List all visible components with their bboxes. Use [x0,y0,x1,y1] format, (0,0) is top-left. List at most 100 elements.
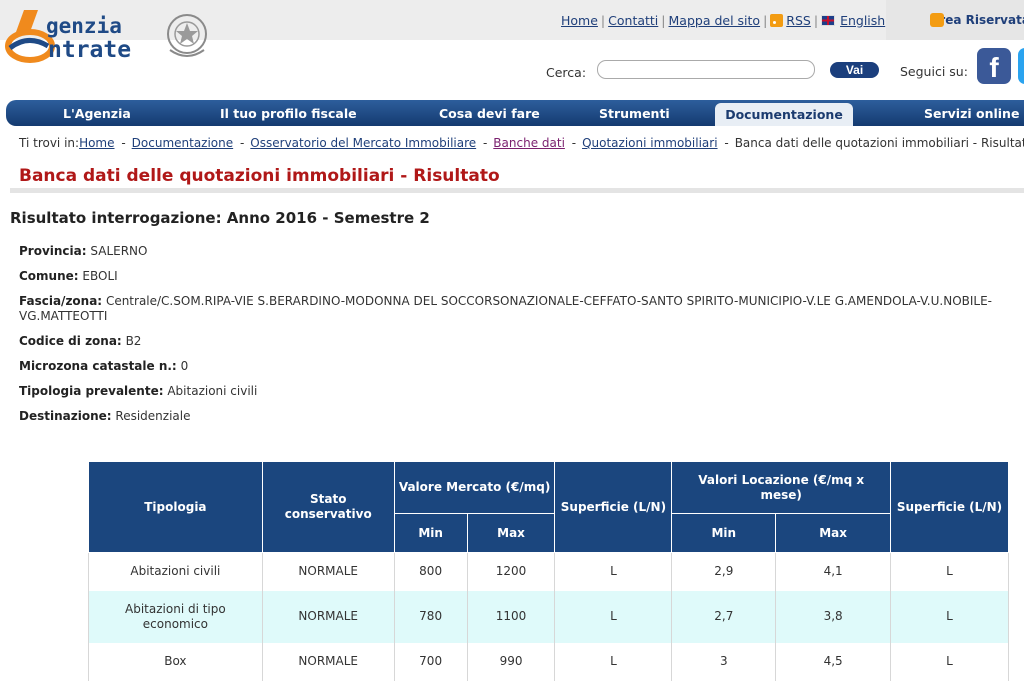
nav-item-documentazione[interactable]: Documentazione [715,103,853,126]
facebook-glyph: f [989,52,999,83]
header-stato-conservativo: Stato conservativo [261,461,395,553]
detail-value: Centrale/C.SOM.RIPA-VIE S.BERARDINO-MODO… [19,294,993,323]
nav-item-agenzia[interactable]: L'Agenzia [63,100,131,126]
search-input[interactable] [597,60,815,79]
breadcrumb-separator: - [236,136,245,150]
quotazioni-table: Tipologia Stato conservativo Valore Merc… [88,461,1009,681]
detail-label: Provincia: [19,244,87,258]
breadcrumb-osservatorio[interactable]: Osservatorio del Mercato Immobiliare [250,136,476,150]
main-nav: L'Agenzia Il tuo profilo fiscale Cosa de… [6,100,1024,126]
english-link[interactable]: English [840,13,885,28]
search-button[interactable]: Vai [830,62,879,78]
link-separator: | [813,12,819,28]
table-row: Abitazioni civili NORMALE 800 1200 L 2,9… [88,552,1009,591]
table-row: Abitazioni di tipo economico NORMALE 780… [88,590,1009,643]
cell-tipologia: Box [88,642,263,681]
cell-vl-max: 4,1 [775,552,892,591]
link-separator: | [661,12,666,28]
detail-label: Comune: [19,269,79,283]
area-riservata-link[interactable]: Area Riservata [886,0,1024,40]
republic-emblem-icon [167,14,207,57]
area-riservata-label: Area Riservata [930,13,1024,27]
detail-destinazione: Destinazione: Residenziale [19,409,1009,424]
cell-tipologia: Abitazioni di tipo economico [88,590,263,643]
cell-superficie: L [890,552,1009,591]
breadcrumb-separator: - [567,136,577,150]
detail-comune: Comune: EBOLI [19,269,1009,284]
breadcrumb-banche-dati[interactable]: Banche dati [493,136,565,150]
detail-value: SALERNO [90,244,148,258]
detail-value: Residenziale [115,409,191,423]
detail-fascia-zona: Fascia/zona: Centrale/C.SOM.RIPA-VIE S.B… [19,294,1009,324]
cell-vm-min: 800 [393,552,468,591]
breadcrumb-separator: - [479,136,488,150]
nav-item-servizi-online[interactable]: Servizi online [924,100,1019,126]
result-subtitle: Risultato interrogazione: Anno 2016 - Se… [10,209,430,227]
breadcrumb-documentazione[interactable]: Documentazione [132,136,233,150]
detail-value: B2 [125,334,142,348]
cell-stato: NORMALE [261,590,395,643]
cell-stato: NORMALE [261,642,395,681]
detail-value: EBOLI [82,269,118,283]
cell-tipologia: Abitazioni civili [88,552,263,591]
search-label: Cerca: [546,65,587,80]
detail-label: Codice di zona: [19,334,122,348]
link-separator: | [600,12,606,28]
cell-stato: NORMALE [261,552,395,591]
facebook-icon[interactable]: f [977,48,1011,84]
cell-vl-min: 3 [671,642,777,681]
header-max: Max [466,513,556,553]
breadcrumb-separator: - [720,136,729,150]
top-links: Home | Contatti | Mappa del sito | RSS |… [561,11,885,29]
twitter-icon[interactable] [1018,48,1024,84]
logo-text-line1: genzia [46,14,122,38]
mappa-sito-link[interactable]: Mappa del sito [669,13,761,28]
breadcrumb-quotazioni[interactable]: Quotazioni immobiliari [582,136,717,150]
detail-label: Microzona catastale n.: [19,359,177,373]
detail-codice-zona: Codice di zona: B2 [19,334,1009,349]
seguici-label: Seguici su: [900,64,968,79]
detail-value: Abitazioni civili [167,384,258,398]
nav-item-cosa-devi-fare[interactable]: Cosa devi fare [439,100,540,126]
cell-vl-min: 2,9 [671,552,777,591]
cell-vl-max: 4,5 [775,642,892,681]
detail-label: Fascia/zona: [19,294,103,308]
cell-superficie: L [890,590,1009,643]
page-title: Banca dati delle quotazioni immobiliari … [19,166,500,186]
header-superficie: Superficie (L/N) [554,461,673,553]
breadcrumb-separator: - [117,136,126,150]
rss-link[interactable]: RSS [786,13,811,28]
cell-superficie: L [554,642,673,681]
header-max: Max [775,513,892,553]
breadcrumb-current: Banca dati delle quotazioni immobiliari … [734,136,1024,150]
uk-flag-icon [821,14,836,26]
cell-vm-min: 700 [393,642,468,681]
nav-item-profilo-fiscale[interactable]: Il tuo profilo fiscale [220,100,357,126]
link-separator: | [763,12,768,28]
detail-provincia: Provincia: SALERNO [19,244,1009,259]
cell-vm-min: 780 [393,590,468,643]
home-link[interactable]: Home [561,13,598,28]
nav-item-strumenti[interactable]: Strumenti [599,100,670,126]
contatti-link[interactable]: Contatti [608,13,658,28]
table-row: Box NORMALE 700 990 L 3 4,5 L [88,642,1009,681]
cell-superficie: L [890,642,1009,681]
header-valore-mercato: Valore Mercato (€/mq) [393,461,556,514]
title-divider [10,188,1024,193]
cell-vl-min: 2,7 [671,590,777,643]
breadcrumb: Ti trovi in:Home - Documentazione - Osserv… [19,136,1024,150]
cell-superficie: L [554,552,673,591]
logo-text-line2: ntrate [48,37,132,63]
cell-vm-max: 1100 [466,590,556,643]
header-min: Min [671,513,777,553]
breadcrumb-home[interactable]: Home [79,136,114,150]
rss-icon [770,13,784,27]
detail-label: Tipologia prevalente: [19,384,164,398]
detail-microzona: Microzona catastale n.: 0 [19,359,1009,374]
header-superficie: Superficie (L/N) [890,461,1009,553]
detail-tipologia-prevalente: Tipologia prevalente: Abitazioni civili [19,384,1009,399]
user-lock-icon [930,13,944,27]
breadcrumb-prefix: Ti trovi in: [19,136,80,150]
result-details: Provincia: SALERNO Comune: EBOLI Fascia/… [19,244,1009,434]
header-min: Min [393,513,468,553]
